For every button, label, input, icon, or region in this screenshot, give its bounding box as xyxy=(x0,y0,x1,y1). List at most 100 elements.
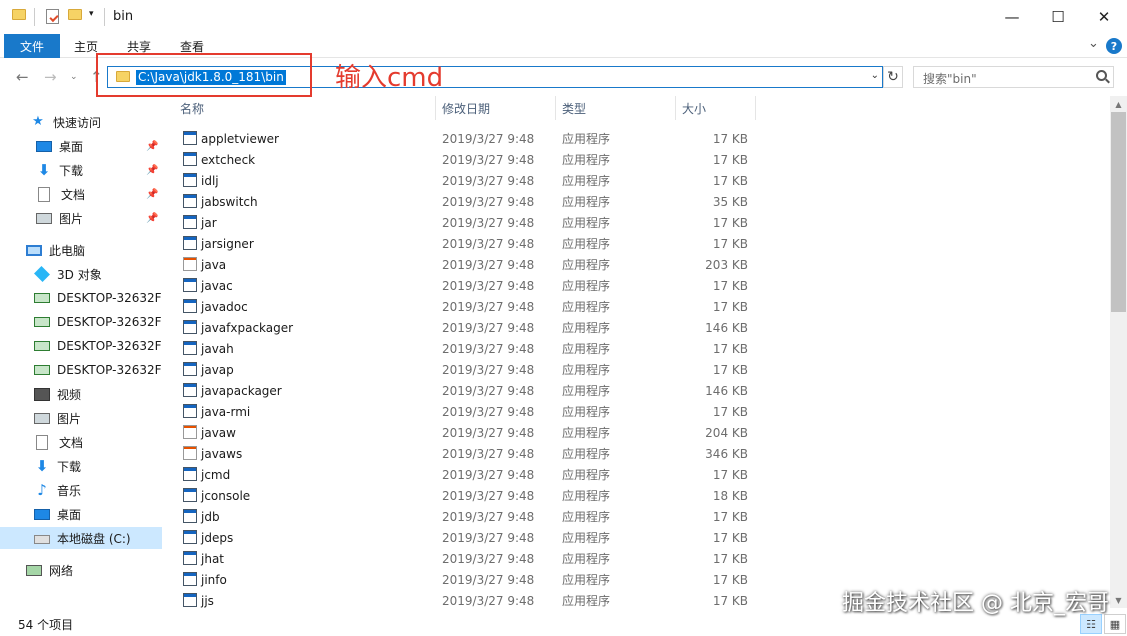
file-row[interactable]: javah 2019/3/27 9:48 应用程序 17 KB xyxy=(162,338,1108,359)
file-type: 应用程序 xyxy=(562,153,611,167)
file-row[interactable]: javapackager 2019/3/27 9:48 应用程序 146 KB xyxy=(162,380,1108,401)
file-size: 146 KB xyxy=(705,320,748,335)
file-date: 2019/3/27 9:48 xyxy=(442,299,535,314)
file-row[interactable]: appletviewer 2019/3/27 9:48 应用程序 17 KB xyxy=(162,128,1108,149)
java-icon xyxy=(183,446,197,460)
sidebar-item-music[interactable]: ♪ 音乐 xyxy=(0,479,162,501)
file-row[interactable]: jar 2019/3/27 9:48 应用程序 17 KB xyxy=(162,212,1108,233)
search-icon[interactable] xyxy=(1096,70,1107,81)
file-row[interactable]: jconsole 2019/3/27 9:48 应用程序 18 KB xyxy=(162,485,1108,506)
file-name: jar xyxy=(201,215,217,230)
file-row[interactable]: idlj 2019/3/27 9:48 应用程序 17 KB xyxy=(162,170,1108,191)
help-icon[interactable]: ? xyxy=(1106,38,1122,54)
details-view-icon[interactable]: ☷ xyxy=(1080,614,1102,634)
large-icons-view-icon[interactable]: ▦ xyxy=(1104,614,1126,634)
sidebar-item-pictures[interactable]: 图片 xyxy=(0,407,162,429)
file-row[interactable]: jdeps 2019/3/27 9:48 应用程序 17 KB xyxy=(162,527,1108,548)
sidebar-item-network-drive[interactable]: DESKTOP-32632F9 xyxy=(0,359,162,381)
scroll-up-icon[interactable]: ▲ xyxy=(1110,96,1127,112)
file-row[interactable]: javaws 2019/3/27 9:48 应用程序 346 KB xyxy=(162,443,1108,464)
sidebar-item-documents[interactable]: 文档 xyxy=(0,431,162,453)
properties-icon[interactable] xyxy=(46,9,59,24)
recent-locations-icon[interactable]: ⌄ xyxy=(70,72,78,82)
sidebar-item-label: 图片 xyxy=(59,211,84,226)
file-type: 应用程序 xyxy=(562,489,611,503)
search-input[interactable]: 搜索"bin" xyxy=(913,66,1114,88)
sidebar-item-videos[interactable]: 视频 xyxy=(0,383,162,405)
file-type: 应用程序 xyxy=(562,426,611,440)
ribbon-expand-icon[interactable]: ⌄ xyxy=(1088,36,1099,51)
refresh-button[interactable]: ↻ xyxy=(883,66,903,88)
tab-home[interactable]: 主页 xyxy=(74,38,98,55)
sidebar-item-label: 文档 xyxy=(59,435,84,450)
sidebar-item-downloads[interactable]: ⬇ 下载 📌 xyxy=(0,159,162,181)
scrollbar-thumb[interactable] xyxy=(1111,112,1126,312)
file-row[interactable]: java 2019/3/27 9:48 应用程序 203 KB xyxy=(162,254,1108,275)
column-header-size[interactable]: 大小 xyxy=(676,96,756,120)
sidebar-item-3d-objects[interactable]: 3D 对象 xyxy=(0,263,162,285)
close-button[interactable]: ✕ xyxy=(1081,0,1127,34)
file-row[interactable]: java-rmi 2019/3/27 9:48 应用程序 17 KB xyxy=(162,401,1108,422)
sidebar-item-network-drive[interactable]: DESKTOP-32632F9 xyxy=(0,287,162,309)
file-row[interactable]: extcheck 2019/3/27 9:48 应用程序 17 KB xyxy=(162,149,1108,170)
vertical-scrollbar[interactable]: ▲ ▼ xyxy=(1110,96,1127,608)
file-size: 17 KB xyxy=(712,215,748,230)
file-date: 2019/3/27 9:48 xyxy=(442,131,535,146)
file-row[interactable]: jhat 2019/3/27 9:48 应用程序 17 KB xyxy=(162,548,1108,569)
annotation-highlight-box xyxy=(96,53,312,97)
scroll-down-icon[interactable]: ▼ xyxy=(1110,592,1127,608)
sidebar-item-this-pc[interactable]: 此电脑 xyxy=(0,239,162,261)
sidebar-item-network-drive[interactable]: DESKTOP-32632F9 xyxy=(0,311,162,333)
file-row[interactable]: jcmd 2019/3/27 9:48 应用程序 17 KB xyxy=(162,464,1108,485)
file-row[interactable]: javadoc 2019/3/27 9:48 应用程序 17 KB xyxy=(162,296,1108,317)
exe-icon xyxy=(183,509,197,523)
quick-access-dropdown-icon[interactable]: ▾ xyxy=(89,9,94,19)
file-name: java-rmi xyxy=(201,404,251,419)
sidebar-item-label: 本地磁盘 (C:) xyxy=(57,531,131,546)
sidebar-item-desktop[interactable]: 桌面 📌 xyxy=(0,135,162,157)
exe-icon xyxy=(183,467,197,481)
column-header-type[interactable]: 类型 xyxy=(556,96,676,120)
file-date: 2019/3/27 9:48 xyxy=(442,425,535,440)
column-header-date[interactable]: 修改日期 xyxy=(436,96,556,120)
sidebar-item-network[interactable]: 网络 xyxy=(0,559,162,581)
file-size: 17 KB xyxy=(712,551,748,566)
sidebar-item-downloads[interactable]: ⬇ 下载 xyxy=(0,455,162,477)
file-row[interactable]: javafxpackager 2019/3/27 9:48 应用程序 146 KB xyxy=(162,317,1108,338)
watermark: 掘金技术社区 @ 北京_宏哥 xyxy=(842,591,1109,616)
sidebar-item-quick-access[interactable]: ★ 快速访问 xyxy=(0,111,162,133)
address-dropdown-icon[interactable]: ⌄ xyxy=(871,70,879,81)
network-drive-icon xyxy=(34,317,50,327)
file-row[interactable]: javaw 2019/3/27 9:48 应用程序 204 KB xyxy=(162,422,1108,443)
file-row[interactable]: jarsigner 2019/3/27 9:48 应用程序 17 KB xyxy=(162,233,1108,254)
3d-objects-icon xyxy=(34,266,50,282)
sidebar-item-pictures[interactable]: 图片 📌 xyxy=(0,207,162,229)
pin-icon: 📌 xyxy=(146,140,159,152)
minimize-button[interactable]: — xyxy=(989,0,1035,34)
file-row[interactable]: javac 2019/3/27 9:48 应用程序 17 KB xyxy=(162,275,1108,296)
tab-file[interactable]: 文件 xyxy=(4,34,60,58)
sidebar-item-label: DESKTOP-32632F9 xyxy=(57,291,162,305)
sidebar-item-desktop[interactable]: 桌面 xyxy=(0,503,162,525)
forward-arrow-icon[interactable]: → xyxy=(44,68,57,86)
back-arrow-icon[interactable]: ← xyxy=(16,68,29,86)
exe-icon xyxy=(183,236,197,250)
exe-icon xyxy=(183,383,197,397)
file-date: 2019/3/27 9:48 xyxy=(442,362,535,377)
exe-icon xyxy=(183,131,197,145)
file-row[interactable]: jabswitch 2019/3/27 9:48 应用程序 35 KB xyxy=(162,191,1108,212)
file-type: 应用程序 xyxy=(562,510,611,524)
file-size: 17 KB xyxy=(712,362,748,377)
sidebar-item-network-drive[interactable]: DESKTOP-32632F9 xyxy=(0,335,162,357)
file-name: javap xyxy=(201,362,234,377)
column-header-name[interactable]: 名称 xyxy=(162,96,436,120)
file-size: 17 KB xyxy=(712,131,748,146)
maximize-button[interactable]: ☐ xyxy=(1035,0,1081,34)
sidebar-item-documents[interactable]: 文档 📌 xyxy=(0,183,162,205)
sidebar-item-local-disk-c[interactable]: 本地磁盘 (C:) xyxy=(0,527,162,549)
document-icon xyxy=(36,434,48,450)
file-row[interactable]: jdb 2019/3/27 9:48 应用程序 17 KB xyxy=(162,506,1108,527)
file-row[interactable]: javap 2019/3/27 9:48 应用程序 17 KB xyxy=(162,359,1108,380)
file-size: 17 KB xyxy=(712,341,748,356)
new-folder-icon[interactable] xyxy=(68,9,82,20)
